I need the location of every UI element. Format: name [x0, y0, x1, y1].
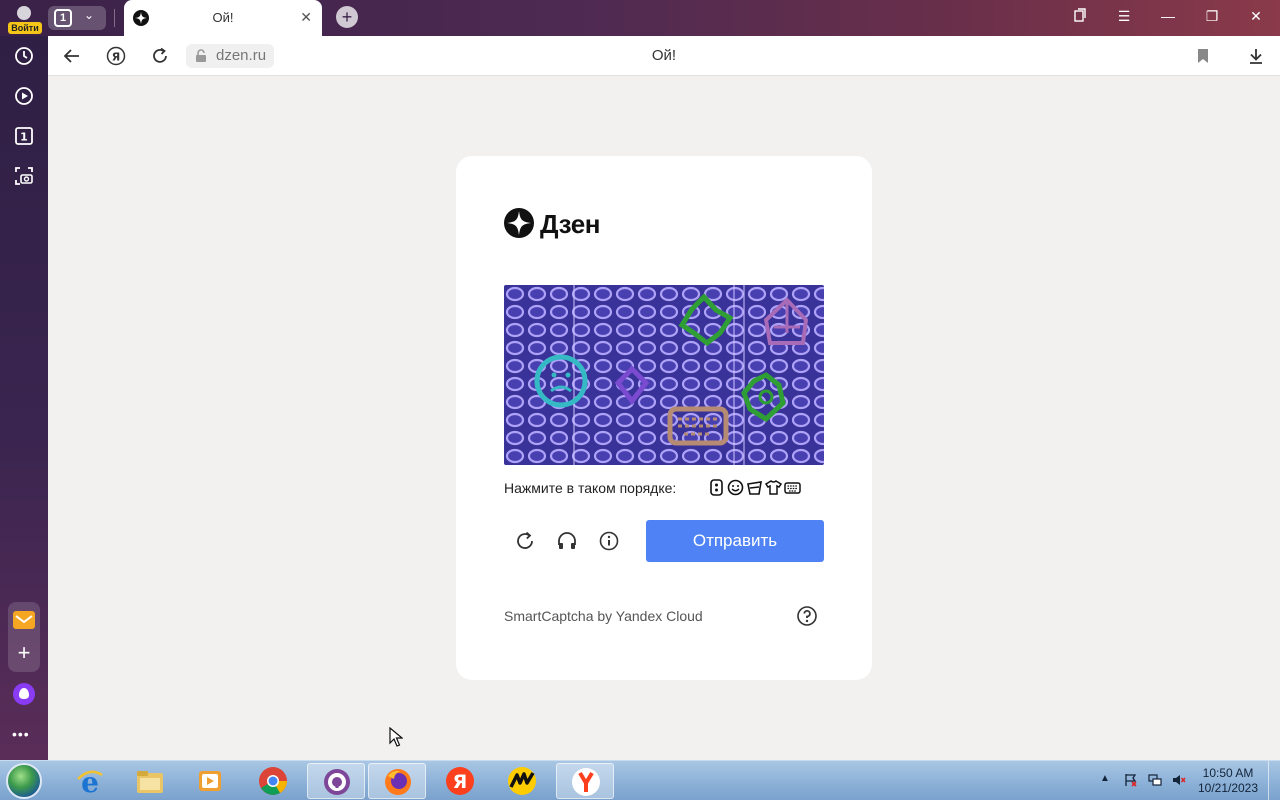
captcha-instruction: Нажмите в таком порядке:	[504, 480, 677, 496]
user-avatar-icon	[17, 6, 31, 20]
svg-text:Я: Я	[453, 771, 468, 793]
profile-button[interactable]: Войти	[8, 4, 42, 34]
folder-icon	[137, 771, 163, 793]
svg-text:1: 1	[20, 131, 28, 144]
tab-active[interactable]: Ой! ✕	[124, 0, 322, 36]
refresh-captcha-icon[interactable]	[514, 530, 536, 552]
taskbar-app-tor-browser[interactable]	[307, 763, 365, 799]
action-center-flag-icon[interactable]	[1124, 773, 1138, 787]
menu-icon[interactable]: ☰	[1112, 8, 1136, 25]
close-tab-icon[interactable]: ✕	[300, 9, 312, 26]
windows-taskbar: e Я ▲ 10:50 AM 10/21/2023	[0, 760, 1280, 800]
taskbar-app-internet-explorer[interactable]: e	[61, 763, 119, 799]
alice-icon[interactable]	[12, 682, 36, 706]
screenshot-icon[interactable]	[12, 164, 36, 188]
close-window-icon[interactable]: ✕	[1244, 8, 1268, 25]
captcha-image[interactable]	[504, 285, 824, 465]
keyboard-icon	[784, 479, 801, 496]
clock-time: 10:50 AM	[1202, 766, 1254, 780]
help-icon[interactable]	[796, 605, 818, 627]
page-content: Дзен Нажмите в таком порядке: Отправить …	[48, 77, 1280, 760]
restore-icon[interactable]: ❐	[1200, 8, 1224, 25]
taskbar-app-chrome[interactable]	[244, 763, 302, 799]
tab-strip: Войти 1 ⌄ Ой! ✕ + ☰ — ❐ ✕	[0, 0, 1280, 36]
dzen-logo-icon	[504, 208, 534, 238]
video-icon[interactable]	[12, 84, 36, 108]
yandex-music-icon	[508, 767, 536, 795]
chrome-icon	[259, 767, 287, 795]
captcha-card: Дзен Нажмите в таком порядке: Отправить …	[456, 156, 872, 680]
browser-sidebar: 1 + •••	[0, 36, 48, 760]
tab-title: Ой!	[212, 10, 234, 25]
divider	[114, 9, 115, 27]
sidebar-apps-panel: +	[8, 602, 40, 672]
svg-text:e: e	[81, 766, 99, 797]
mail-icon[interactable]	[12, 608, 36, 632]
volume-muted-icon[interactable]	[1172, 773, 1186, 787]
show-desktop-button[interactable]	[1268, 761, 1280, 800]
audio-captcha-icon[interactable]	[556, 530, 578, 552]
internet-explorer-icon: e	[77, 766, 103, 797]
submit-button[interactable]: Отправить	[646, 520, 824, 562]
minimize-icon[interactable]: —	[1156, 8, 1180, 24]
address-bar: Я dzen.ru Ой!	[48, 36, 1280, 76]
tray-expand-icon[interactable]: ▲	[1100, 773, 1114, 787]
tabs-collections-icon[interactable]	[1068, 8, 1092, 25]
history-icon[interactable]	[12, 44, 36, 68]
clock-date: 10/21/2023	[1197, 781, 1259, 795]
info-icon[interactable]	[598, 530, 620, 552]
network-icon[interactable]	[1148, 773, 1162, 787]
taskbar-app-media-player[interactable]	[181, 763, 239, 799]
tor-browser-icon	[324, 769, 350, 795]
logo-text: Дзен	[540, 209, 600, 239]
taskbar-app-firefox[interactable]	[368, 763, 426, 799]
smiley-icon	[727, 479, 744, 496]
taskbar-app-file-explorer[interactable]	[121, 763, 179, 799]
login-badge: Войти	[8, 22, 42, 34]
yandex-browser-icon	[572, 768, 600, 796]
smartcaptcha-brand: SmartCaptcha by Yandex Cloud	[504, 608, 703, 624]
tab-counter-button[interactable]: 1 ⌄	[48, 6, 106, 30]
downloads-icon[interactable]	[1244, 44, 1268, 68]
bucket-icon	[746, 479, 763, 496]
mouse-cursor-icon	[389, 727, 403, 747]
yandex-icon: Я	[446, 767, 474, 795]
robot-icon	[708, 479, 725, 496]
new-tab-button[interactable]: +	[336, 6, 358, 28]
captcha-order-icons	[708, 479, 801, 497]
firefox-icon	[385, 769, 411, 795]
page-title: Ой!	[651, 47, 677, 64]
taskbar-app-yandex-music[interactable]	[493, 763, 551, 799]
taskbar-app-yandex-browser[interactable]	[556, 763, 614, 799]
more-icon[interactable]: •••	[12, 726, 30, 742]
tshirt-icon	[764, 479, 783, 496]
system-clock[interactable]: 10:50 AM 10/21/2023	[1196, 766, 1260, 796]
tab-count-sidebar-icon[interactable]: 1	[12, 124, 36, 148]
chevron-down-icon: ⌄	[84, 8, 95, 22]
taskbar-app-yandex[interactable]: Я	[431, 763, 489, 799]
bookmark-icon[interactable]	[1191, 44, 1215, 68]
media-player-icon	[199, 771, 221, 791]
tab-count: 1	[54, 9, 72, 27]
add-panel-icon[interactable]: +	[12, 642, 36, 666]
start-button[interactable]	[6, 763, 42, 799]
